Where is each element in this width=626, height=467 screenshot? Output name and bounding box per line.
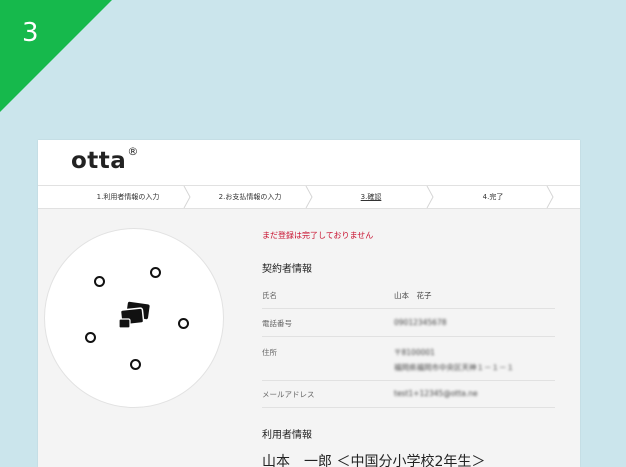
field-value: test1+12345@otta.ne [394, 389, 478, 398]
step-number-badge [0, 0, 112, 112]
field-value-line2: 福岡県福岡市中央区天神１－１－１ [394, 363, 514, 372]
field-label: 氏名 [262, 291, 277, 300]
step-1: 1.利用者情報の入力 [96, 193, 160, 201]
user-section-title: 利用者情報 [262, 430, 312, 441]
ring-icon [85, 332, 96, 343]
incomplete-notice: まだ登録は完了しておりません [262, 231, 374, 240]
field-label: 電話番号 [262, 319, 292, 328]
logo: otta® [71, 145, 139, 174]
progress-steps: 1.利用者情報の入力 2.お支払情報の入力 3.確認 4.完了 [38, 185, 580, 209]
ring-icon [130, 359, 141, 370]
cards-icon [118, 301, 150, 329]
step-number: 3 [22, 18, 39, 48]
contract-row-email: メールアドレス test1+12345@otta.ne [262, 389, 555, 408]
chevron-right-icon [546, 186, 554, 208]
ring-icon [178, 318, 189, 329]
field-value: 山本 花子 [394, 291, 432, 300]
step-2: 2.お支払情報の入力 [218, 193, 282, 201]
app-window: otta® 1.利用者情報の入力 2.お支払情報の入力 3.確認 4.完了 まだ… [38, 140, 580, 467]
contract-row-phone: 電話番号 09012345678 [262, 318, 555, 337]
field-value: 09012345678 [394, 318, 447, 327]
header: otta® [38, 140, 580, 185]
user-name: 山本 一郎 ＜中国分小学校2年生＞ [262, 454, 486, 467]
field-label: メールアドレス [262, 390, 315, 399]
contract-row-name: 氏名 山本 花子 [262, 290, 555, 309]
step-3: 3.確認 [360, 193, 382, 201]
ring-icon [150, 267, 161, 278]
contract-row-address: 住所 〒8100001 福岡県福岡市中央区天神１－１－１ [262, 347, 555, 381]
contract-section-title: 契約者情報 [262, 264, 312, 275]
field-label: 住所 [262, 348, 277, 357]
ring-icon [94, 276, 105, 287]
field-value: 〒8100001 [394, 348, 435, 357]
step-4: 4.完了 [482, 193, 504, 201]
